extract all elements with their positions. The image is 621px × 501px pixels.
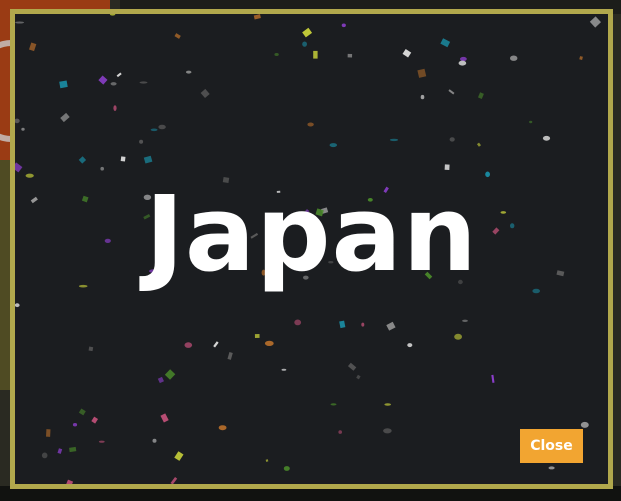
confetti-piece [59,80,68,89]
confetti-piece [78,408,86,416]
confetti-piece [579,56,583,61]
confetti-piece [157,376,164,384]
confetti-piece [98,75,108,85]
confetti-piece [46,429,51,437]
confetti-piece [361,322,365,327]
confetti-piece [227,352,233,360]
confetti-piece [265,459,269,462]
confetti-piece [542,135,551,141]
confetti-piece [41,452,48,459]
confetti-piece [186,70,192,74]
confetti-piece [164,369,176,380]
confetti-piece [444,164,450,170]
confetti-piece [294,319,302,326]
confetti-piece [158,124,166,130]
confetti-piece [150,128,158,132]
confetti-piece [476,142,481,147]
confetti-piece [589,16,601,28]
confetti-piece [174,451,184,461]
confetti-piece [386,321,396,331]
confetti-piece [139,139,144,144]
confetti-piece [110,82,117,86]
confetti-piece [66,479,74,484]
close-button[interactable]: Close [520,429,583,463]
confetti-piece [15,162,23,173]
confetti-piece [458,60,467,66]
confetti-piece [160,413,169,423]
confetti-piece [170,476,178,484]
confetti-piece [462,319,468,322]
confetti-piece [448,89,455,95]
confetti-piece [15,21,25,24]
confetti-piece [78,156,87,164]
confetti-piece [330,403,337,406]
confetti-piece [88,346,94,352]
confetti-piece [302,27,313,38]
confetti-piece [341,23,346,28]
confetti-piece [100,166,104,171]
confetti-piece [120,156,126,162]
confetti-piece [339,320,346,329]
confetti-piece [69,446,77,453]
confetti-piece [302,41,307,47]
confetti-piece [407,343,413,348]
country-title: Japan [145,173,478,295]
confetti-piece [143,155,153,164]
confetti-piece [152,438,157,443]
confetti-piece [15,303,20,308]
confetti-piece [347,362,357,371]
confetti-piece [383,428,392,434]
confetti-piece [454,333,462,340]
confetti-piece [253,14,261,20]
confetti-piece [384,403,392,406]
confetti-piece [174,33,181,39]
result-dialog: Japan Close [10,9,613,489]
confetti-piece [417,68,427,78]
confetti-piece [347,53,353,58]
confetti-piece [274,53,279,56]
confetti-piece [72,423,78,427]
confetti-piece [477,92,484,99]
confetti-piece [420,94,425,100]
confetti-piece [283,466,290,471]
confetti-piece [60,112,70,123]
confetti-piece [116,72,122,78]
confetti-piece [254,334,260,338]
confetti-piece [389,138,399,142]
confetti-piece [307,122,314,127]
confetti-piece [264,340,274,346]
confetti-piece [281,368,287,371]
confetti-piece [449,137,455,142]
confetti-piece [548,466,555,470]
confetti-piece [91,416,99,424]
confetti-piece [402,49,412,58]
confetti-piece [15,118,20,124]
confetti-piece [338,430,343,434]
confetti-piece [139,81,148,84]
confetti-piece [529,120,533,124]
confetti-piece [113,105,117,111]
confetti-piece [356,374,361,380]
confetti-piece [313,50,318,59]
confetti-piece [29,42,37,52]
confetti-piece [57,448,63,454]
confetti-piece [329,143,337,148]
confetti-piece [98,440,105,443]
confetti-piece [491,374,495,383]
confetti-piece [440,38,451,48]
confetti-piece [109,14,116,16]
confetti-piece [218,425,227,431]
confetti-piece [510,55,518,61]
confetti-piece [213,341,219,348]
confetti-piece [460,56,467,62]
confetti-piece [580,421,589,428]
confetti-piece [21,127,25,131]
confetti-piece [200,88,210,99]
confetti-piece [184,342,193,348]
